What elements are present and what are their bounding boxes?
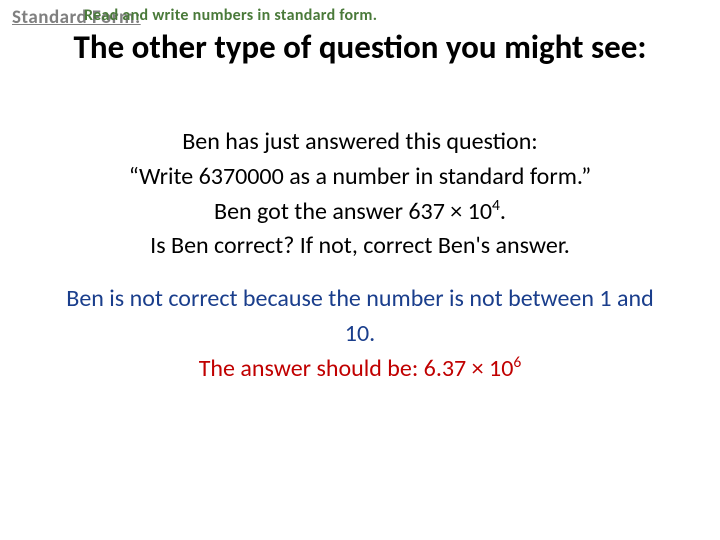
question-line-3sup: 4: [492, 196, 500, 215]
question-line-3b: 637 × 10: [408, 197, 492, 226]
question-line-4: Is Ben correct? If not, correct Ben's an…: [60, 229, 660, 264]
question-line-1: Ben has just answered this question:: [60, 125, 660, 160]
answer-line-2: The answer should be: 6.37 × 106: [60, 352, 660, 387]
slide-content: Ben has just answered this question: “Wr…: [0, 125, 720, 387]
question-line-3c: .: [500, 197, 506, 226]
question-line-3a: Ben got the answer: [214, 197, 408, 226]
answer-line-2b: 6.37 × 10: [424, 354, 514, 383]
answer-line-2a: The answer should be:: [199, 354, 424, 383]
objective-text: Read and write numbers in standard form.: [84, 6, 377, 25]
question-line-3: Ben got the answer 637 × 104.: [60, 195, 660, 230]
answer-line-1: Ben is not correct because the number is…: [60, 282, 660, 352]
answer-line-2sup: 6: [513, 353, 521, 372]
question-line-2: “Write 6370000 as a number in standard f…: [60, 160, 660, 195]
slide-heading: The other type of question you might see…: [0, 28, 720, 68]
